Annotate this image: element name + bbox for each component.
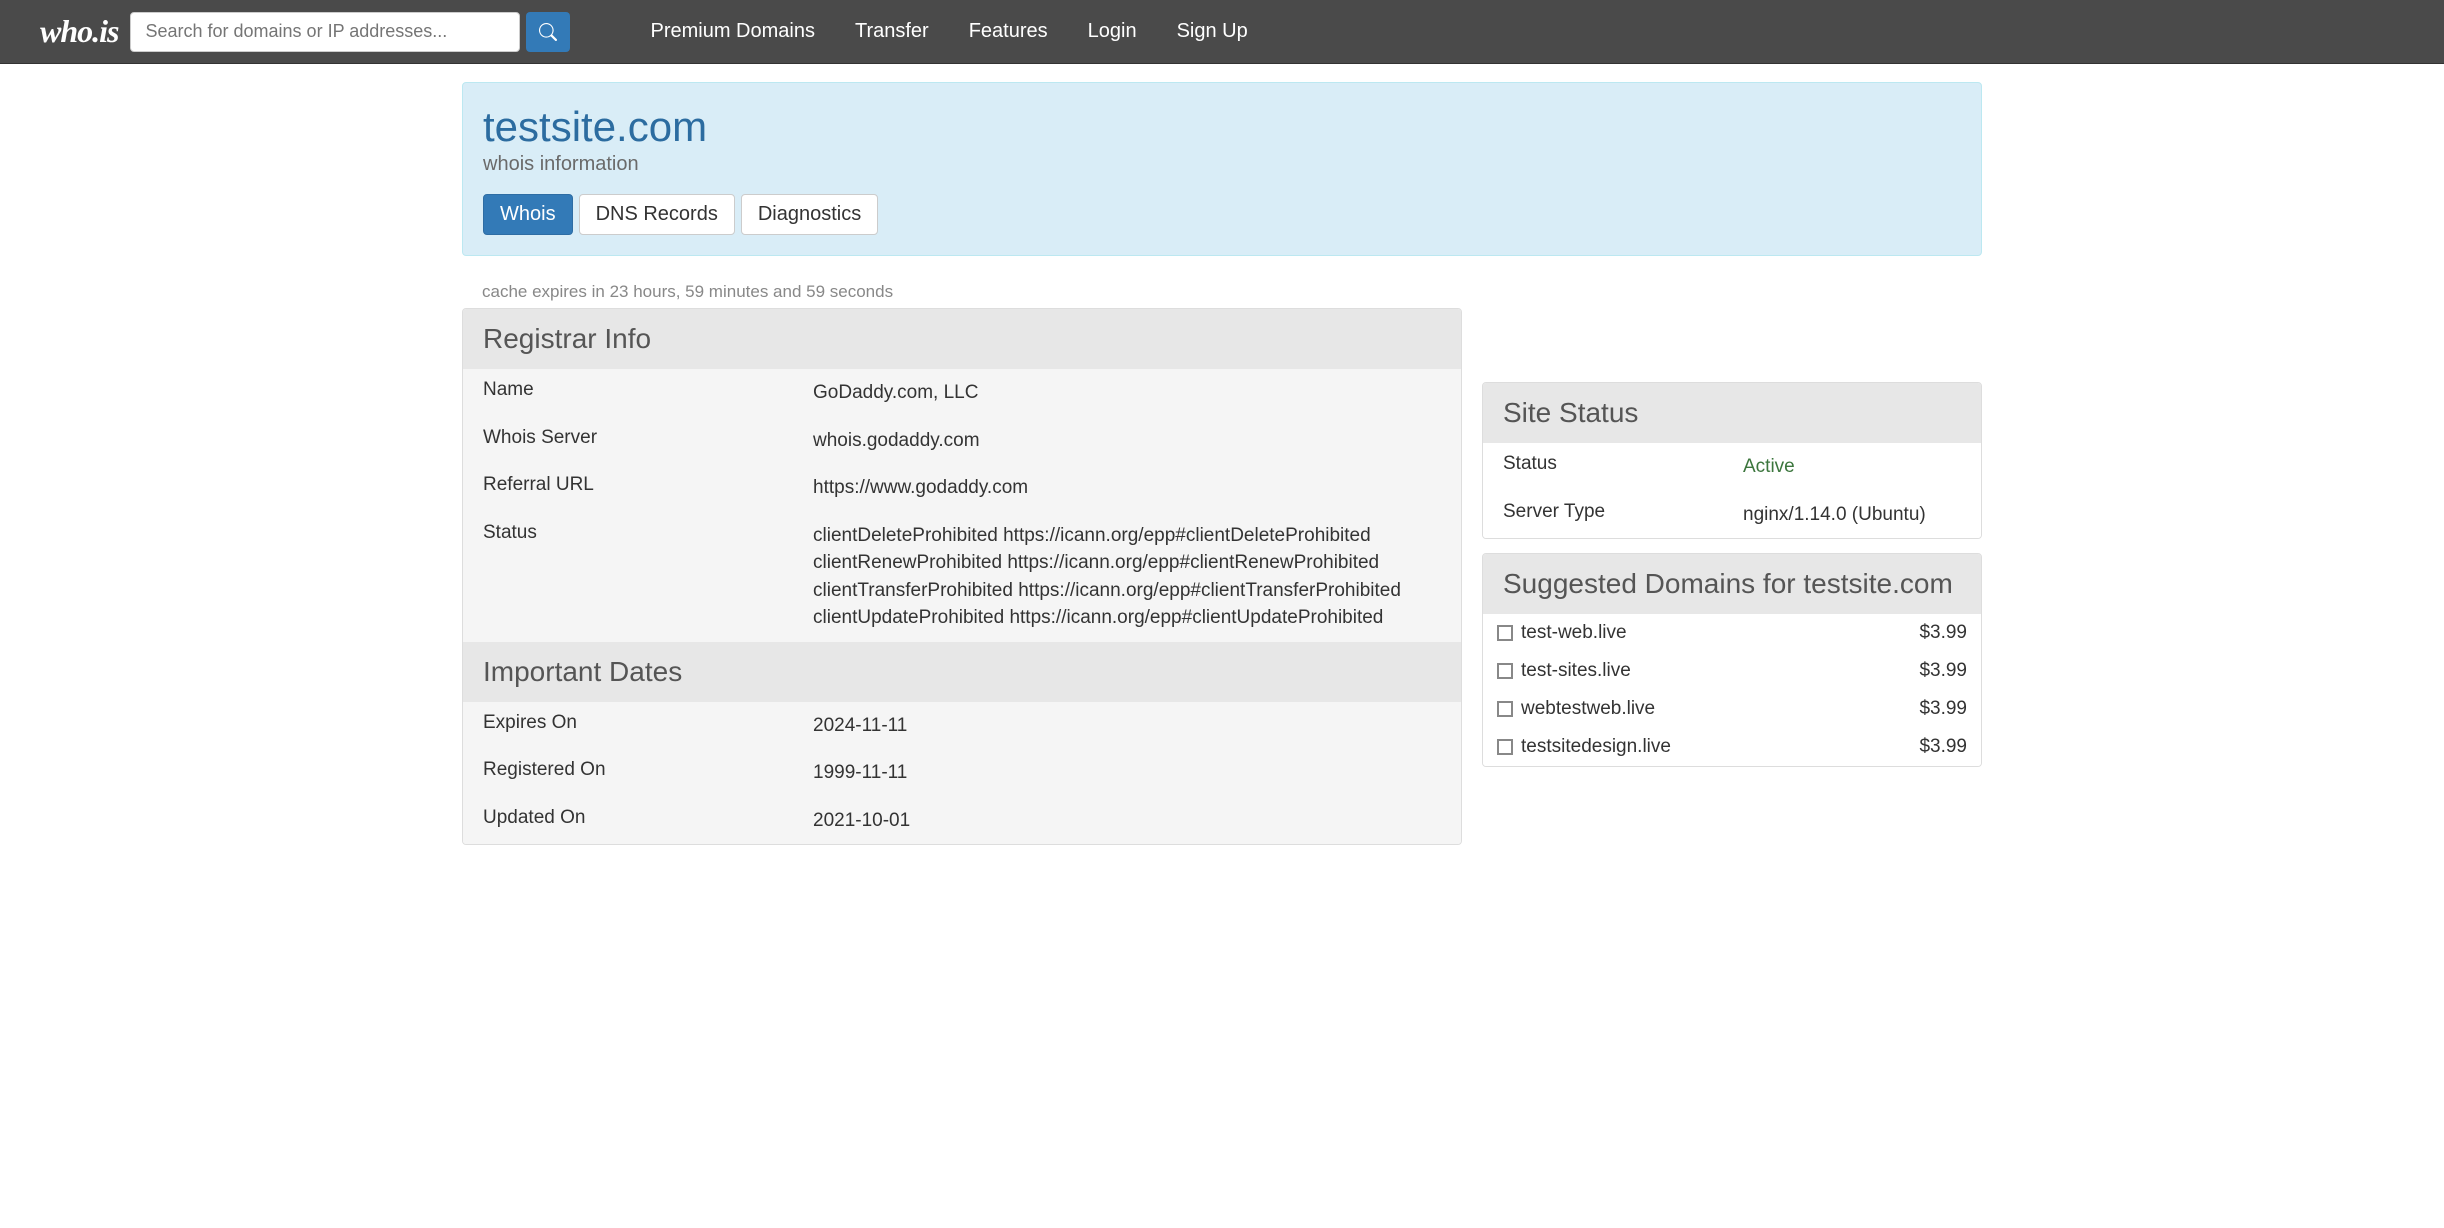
- nav-features[interactable]: Features: [949, 10, 1068, 53]
- row-label: Referral URL: [483, 474, 813, 502]
- row-value: GoDaddy.com, LLC: [813, 379, 978, 407]
- list-item[interactable]: webtestweb.live $3.99: [1483, 690, 1981, 728]
- row-label: Registered On: [483, 759, 813, 787]
- logo[interactable]: who.is: [40, 13, 118, 50]
- nav-signup[interactable]: Sign Up: [1157, 10, 1268, 53]
- nav-premium-domains[interactable]: Premium Domains: [630, 10, 834, 53]
- registrar-info-panel: Registrar Info Name GoDaddy.com, LLC Who…: [462, 308, 1462, 845]
- row-label: Name: [483, 379, 813, 407]
- table-row: Referral URL https://www.godaddy.com: [463, 464, 1461, 512]
- table-row: Status Active: [1483, 443, 1981, 491]
- list-item[interactable]: test-sites.live $3.99: [1483, 652, 1981, 690]
- cache-note: cache expires in 23 hours, 59 minutes an…: [482, 282, 1462, 302]
- tabs: Whois DNS Records Diagnostics: [483, 194, 1961, 235]
- suggested-domain: test-sites.live: [1521, 660, 1631, 682]
- row-value: 1999-11-11: [813, 759, 907, 787]
- row-value: whois.godaddy.com: [813, 427, 980, 455]
- domain-title: testsite.com: [483, 103, 1961, 151]
- row-label: Server Type: [1503, 501, 1743, 529]
- suggested-price: $3.99: [1919, 698, 1967, 720]
- suggested-domain: test-web.live: [1521, 622, 1627, 644]
- nav-links: Premium Domains Transfer Features Login …: [630, 10, 1267, 53]
- suggested-price: $3.99: [1919, 660, 1967, 682]
- site-status-heading: Site Status: [1483, 383, 1981, 443]
- table-row: Registered On 1999-11-11: [463, 749, 1461, 797]
- registrar-info-heading: Registrar Info: [463, 309, 1461, 369]
- row-value: https://www.godaddy.com: [813, 474, 1028, 502]
- table-row: Expires On 2024-11-11: [463, 702, 1461, 750]
- table-row: Server Type nginx/1.14.0 (Ubuntu): [1483, 491, 1981, 539]
- list-item[interactable]: testsitedesign.live $3.99: [1483, 728, 1981, 766]
- suggested-price: $3.99: [1919, 736, 1967, 758]
- subtitle: whois information: [483, 153, 1961, 176]
- row-label: Status: [1503, 453, 1743, 481]
- row-value: 2021-10-01: [813, 807, 910, 835]
- header-panel: testsite.com whois information Whois DNS…: [462, 82, 1982, 256]
- table-row: Updated On 2021-10-01: [463, 797, 1461, 845]
- nav-transfer[interactable]: Transfer: [835, 10, 949, 53]
- row-value: 2024-11-11: [813, 712, 907, 740]
- table-row: Name GoDaddy.com, LLC: [463, 369, 1461, 417]
- tab-dns-records[interactable]: DNS Records: [579, 194, 735, 235]
- list-item[interactable]: test-web.live $3.99: [1483, 614, 1981, 652]
- suggested-price: $3.99: [1919, 622, 1967, 644]
- navbar: who.is Premium Domains Transfer Features…: [0, 0, 2444, 64]
- table-row: Status clientDeleteProhibited https://ic…: [463, 512, 1461, 642]
- suggested-domain: webtestweb.live: [1521, 698, 1655, 720]
- table-row: Whois Server whois.godaddy.com: [463, 417, 1461, 465]
- row-label: Status: [483, 522, 813, 632]
- tab-diagnostics[interactable]: Diagnostics: [741, 194, 878, 235]
- row-label: Expires On: [483, 712, 813, 740]
- suggested-domains-heading: Suggested Domains for testsite.com: [1483, 554, 1981, 614]
- checkbox-icon[interactable]: [1497, 739, 1513, 755]
- search-button[interactable]: [526, 12, 570, 52]
- row-label: Updated On: [483, 807, 813, 835]
- checkbox-icon[interactable]: [1497, 663, 1513, 679]
- tab-whois[interactable]: Whois: [483, 194, 573, 235]
- status-badge: Active: [1743, 453, 1795, 481]
- row-value: clientDeleteProhibited https://icann.org…: [813, 522, 1401, 632]
- search-input[interactable]: [130, 12, 520, 52]
- important-dates-heading: Important Dates: [463, 642, 1461, 702]
- checkbox-icon[interactable]: [1497, 701, 1513, 717]
- site-status-panel: Site Status Status Active Server Type ng…: [1482, 382, 1982, 539]
- nav-login[interactable]: Login: [1068, 10, 1157, 53]
- suggested-domains-panel: Suggested Domains for testsite.com test-…: [1482, 553, 1982, 767]
- row-value: nginx/1.14.0 (Ubuntu): [1743, 501, 1926, 529]
- search-icon: [539, 23, 557, 41]
- row-label: Whois Server: [483, 427, 813, 455]
- checkbox-icon[interactable]: [1497, 625, 1513, 641]
- suggested-domain: testsitedesign.live: [1521, 736, 1671, 758]
